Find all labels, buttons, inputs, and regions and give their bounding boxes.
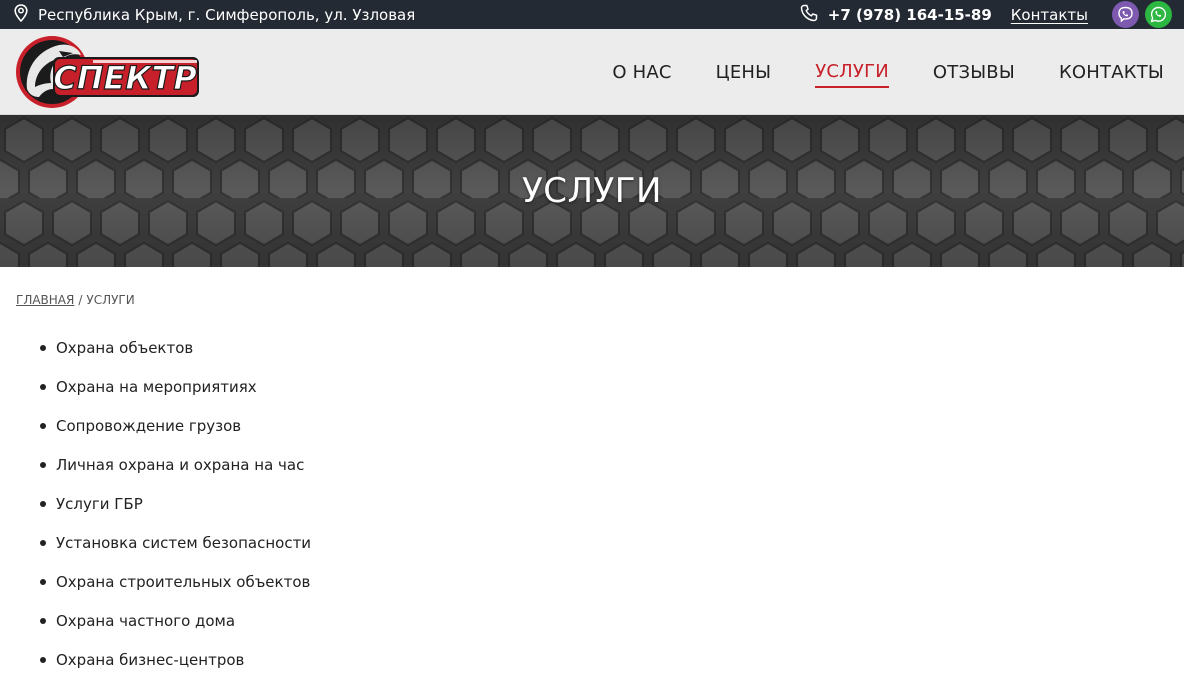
whatsapp-icon[interactable] (1145, 1, 1172, 28)
nav-item-reviews[interactable]: ОТЗЫВЫ (933, 56, 1015, 87)
list-item: Установка систем безопасности (40, 523, 1184, 562)
list-item: Охрана бизнес-центров (40, 640, 1184, 673)
service-link[interactable]: Личная охрана и охрана на час (56, 456, 304, 474)
bullet-icon (40, 462, 46, 469)
address-block: Республика Крым, г. Симферополь, ул. Узл… (14, 3, 416, 26)
list-item: Сопровождение грузов (40, 407, 1184, 446)
list-item: Охрана объектов (40, 329, 1184, 368)
bullet-icon (40, 578, 46, 585)
site-logo[interactable]: СПЕКТР (15, 31, 203, 113)
bullet-icon (40, 656, 46, 663)
top-bar: Республика Крым, г. Симферополь, ул. Узл… (0, 0, 1184, 29)
location-pin-icon (14, 3, 28, 26)
service-link[interactable]: Сопровождение грузов (56, 417, 241, 435)
list-item: Охрана частного дома (40, 601, 1184, 640)
breadcrumb-current: УСЛУГИ (86, 293, 135, 307)
service-link[interactable]: Услуги ГБР (56, 495, 143, 513)
service-link[interactable]: Охрана бизнес-центров (56, 651, 244, 669)
list-item: Охрана строительных объектов (40, 562, 1184, 601)
list-item: Личная охрана и охрана на час (40, 446, 1184, 485)
service-link[interactable]: Охрана объектов (56, 339, 193, 357)
nav-item-services[interactable]: УСЛУГИ (815, 55, 889, 88)
bullet-icon (40, 423, 46, 430)
contacts-link[interactable]: Контакты (1011, 6, 1088, 24)
bullet-icon (40, 384, 46, 391)
list-item: Услуги ГБР (40, 485, 1184, 524)
services-list: Охрана объектов Охрана на мероприятиях С… (0, 307, 1184, 673)
phone-number[interactable]: +7 (978) 164-15-89 (828, 6, 992, 24)
service-link[interactable]: Охрана на мероприятиях (56, 378, 257, 396)
site-header: СПЕКТР О НАС ЦЕНЫ УСЛУГИ ОТЗЫВЫ КОНТАКТЫ (0, 29, 1184, 115)
bullet-icon (40, 617, 46, 624)
breadcrumb: ГЛАВНАЯ / УСЛУГИ (0, 267, 1184, 307)
breadcrumb-home-link[interactable]: ГЛАВНАЯ (16, 293, 74, 307)
address-text: Республика Крым, г. Симферополь, ул. Узл… (38, 5, 416, 24)
bullet-icon (40, 501, 46, 507)
bullet-icon (40, 345, 46, 352)
phone-block[interactable]: +7 (978) 164-15-89 (800, 4, 992, 26)
nav-item-prices[interactable]: ЦЕНЫ (716, 56, 772, 87)
phone-icon (800, 4, 818, 26)
page-banner: УСЛУГИ (0, 115, 1184, 267)
service-link[interactable]: Установка систем безопасности (56, 534, 311, 552)
breadcrumb-separator: / (78, 293, 83, 307)
nav-item-about[interactable]: О НАС (612, 56, 671, 87)
service-link[interactable]: Охрана строительных объектов (56, 573, 310, 591)
viber-icon[interactable] (1112, 1, 1139, 28)
list-item: Охрана на мероприятиях (40, 368, 1184, 407)
main-nav: О НАС ЦЕНЫ УСЛУГИ ОТЗЫВЫ КОНТАКТЫ (568, 55, 1164, 88)
nav-item-contacts[interactable]: КОНТАКТЫ (1059, 56, 1164, 87)
service-link[interactable]: Охрана частного дома (56, 612, 235, 630)
bullet-icon (40, 539, 46, 546)
logo-text: СПЕКТР (53, 59, 197, 97)
page-title: УСЛУГИ (522, 171, 662, 211)
